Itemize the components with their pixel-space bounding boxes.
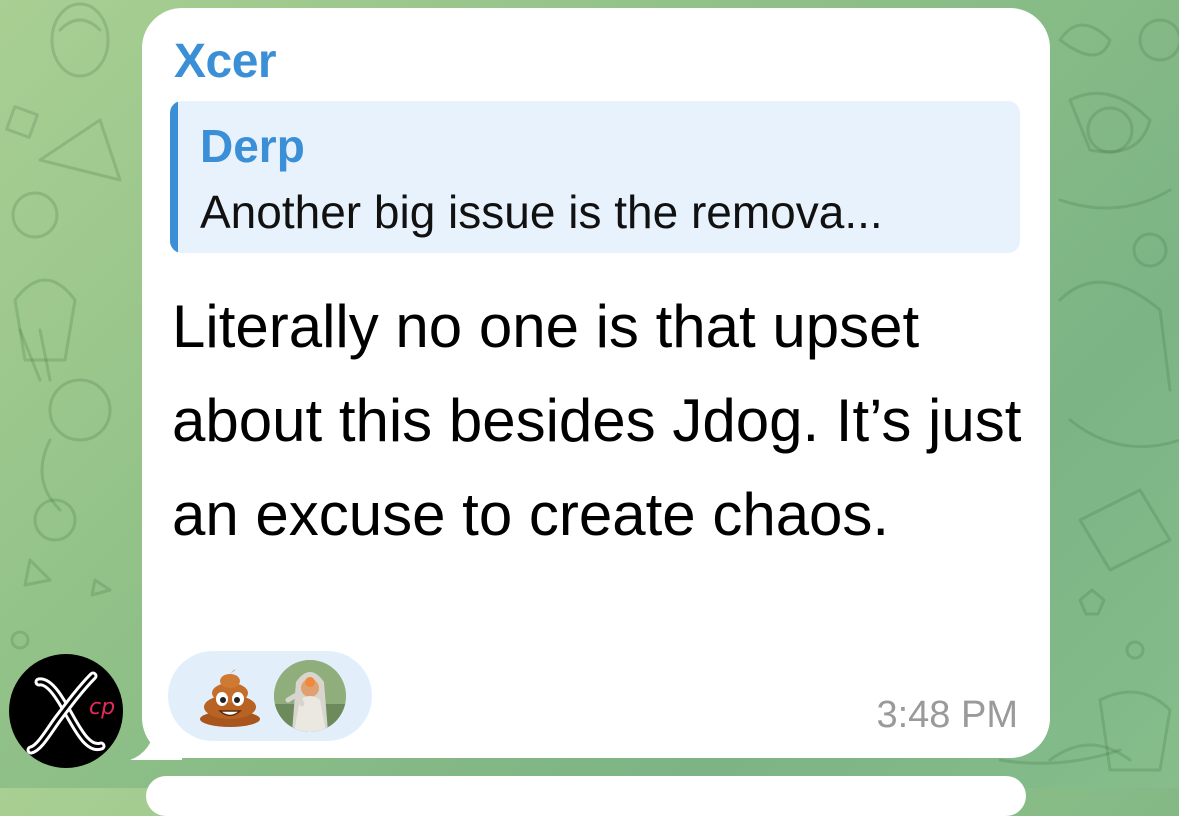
- reactor-avatar-image: [274, 660, 346, 732]
- message-text: Literally no one is that upset about thi…: [172, 293, 1022, 548]
- reply-text: Another big issue is the remova...: [200, 186, 883, 238]
- reply-preview[interactable]: Derp Another big issue is the remova...: [170, 101, 1020, 253]
- reply-author: Derp: [200, 120, 305, 172]
- reactor-avatar[interactable]: [274, 660, 346, 732]
- message-bubble[interactable]: Xcer Derp Another big issue is the remov…: [142, 8, 1050, 758]
- reactions-pill[interactable]: [168, 651, 372, 741]
- logo-text: cp: [89, 695, 115, 720]
- next-message-bubble[interactable]: [146, 776, 1026, 816]
- sender-name[interactable]: Xcer: [174, 34, 277, 89]
- sender-avatar[interactable]: cp: [9, 654, 123, 768]
- reply-accent-bar: [170, 101, 178, 253]
- message-timestamp: 3:48 PM: [876, 694, 1018, 736]
- xcp-logo-icon: cp: [26, 671, 115, 755]
- pile-of-poo-icon[interactable]: [198, 669, 262, 727]
